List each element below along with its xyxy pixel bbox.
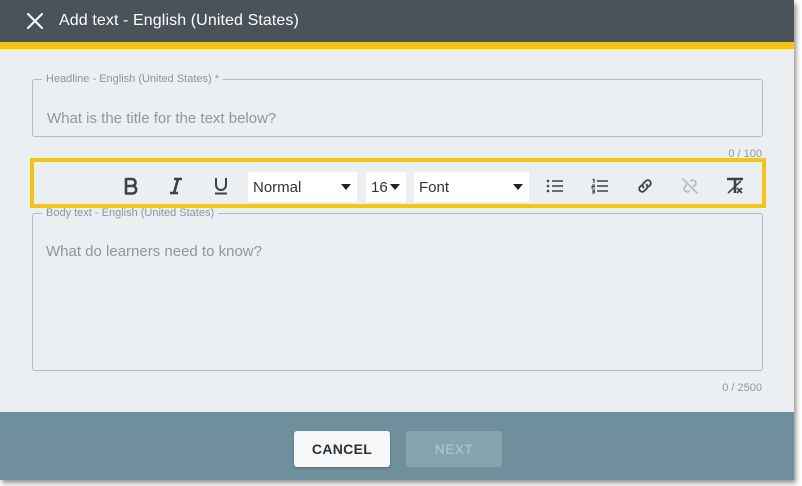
headline-label: Headline - English (United States) *: [46, 73, 220, 85]
numbered-list-icon: [591, 178, 608, 194]
italic-icon: [170, 177, 182, 195]
underline-icon: [215, 178, 227, 195]
font-family-value: Font: [419, 178, 450, 196]
dialog-footer: [0, 412, 794, 480]
unlink-icon: [682, 178, 698, 194]
chevron-down-icon: [341, 184, 351, 190]
body-text-input[interactable]: Body text - English (United States) What…: [32, 208, 763, 371]
chevron-down-icon: [390, 184, 400, 190]
body-text-placeholder: What do learners need to know?: [46, 243, 262, 260]
close-button[interactable]: [21, 7, 49, 35]
clear-formatting-icon: [727, 177, 743, 194]
add-text-dialog: Add text - English (United States) Headl…: [0, 0, 794, 480]
italic-button[interactable]: [161, 167, 191, 205]
close-icon: [27, 13, 43, 29]
underline-button[interactable]: [206, 167, 236, 205]
body-text-label: Body text - English (United States): [46, 207, 215, 219]
unlink-button[interactable]: [675, 167, 705, 205]
bold-button[interactable]: [116, 167, 146, 205]
bold-icon: [124, 177, 138, 195]
headline-placeholder: What is the title for the text below?: [47, 110, 277, 127]
clear-formatting-button[interactable]: [720, 167, 750, 205]
chevron-down-icon: [513, 184, 523, 190]
paragraph-style-value: Normal: [253, 178, 302, 196]
header-accent-bar: [0, 42, 794, 49]
headline-input[interactable]: Headline - English (United States) * Wha…: [32, 74, 763, 137]
font-family-select[interactable]: Font: [414, 172, 529, 202]
body-char-counter: 0 / 2500: [722, 382, 762, 394]
link-button[interactable]: [630, 167, 660, 205]
link-icon: [638, 179, 652, 193]
bullet-list-icon: [546, 179, 563, 193]
dialog-header: Add text - English (United States): [0, 0, 794, 42]
dialog-title: Add text - English (United States): [59, 12, 299, 29]
font-size-select[interactable]: 16: [366, 172, 406, 202]
font-size-value: 16: [371, 178, 388, 196]
paragraph-style-select[interactable]: Normal: [248, 172, 357, 202]
next-button[interactable]: NEXT: [406, 431, 502, 467]
cancel-button[interactable]: CANCEL: [294, 431, 390, 467]
bullet-list-button[interactable]: [540, 167, 570, 205]
numbered-list-button[interactable]: [585, 167, 615, 205]
